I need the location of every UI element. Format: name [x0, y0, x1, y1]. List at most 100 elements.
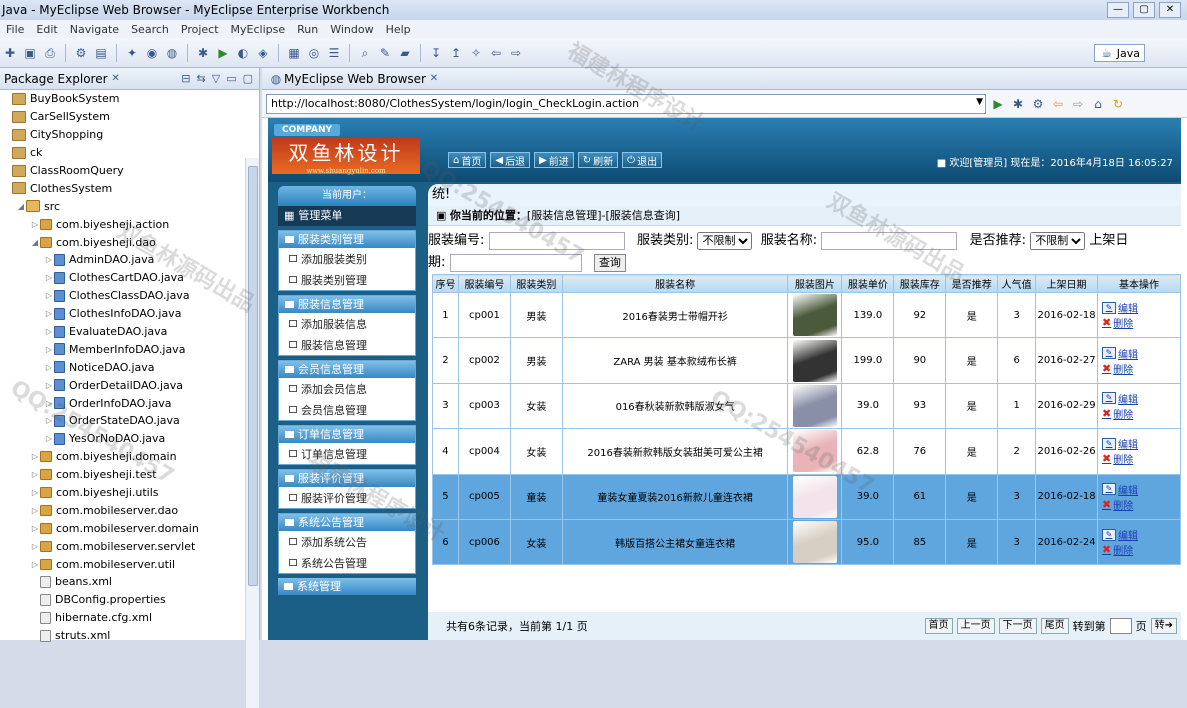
new-class-icon[interactable]: ◎	[306, 45, 322, 61]
menu-item-link[interactable]: 添加会员信息	[279, 378, 415, 399]
go-icon[interactable]: ▶	[990, 97, 1006, 111]
new-icon[interactable]: ✚	[2, 45, 18, 61]
date-input[interactable]	[449, 253, 582, 272]
expand-twisty-icon[interactable]: ◢	[30, 238, 40, 247]
minimize-view-icon[interactable]: ▭	[226, 72, 236, 85]
recommend-select[interactable]: 不限制	[1030, 231, 1086, 250]
expand-twisty-icon[interactable]: ▷	[30, 220, 40, 229]
tree-item[interactable]: ▷ com.biyesheji.utils	[0, 484, 259, 502]
menu-myeclipse[interactable]: MyEclipse	[225, 23, 292, 36]
expand-twisty-icon[interactable]: ▷	[44, 381, 54, 390]
tree-item[interactable]: ▷ ClothesClassDAO.java	[0, 287, 259, 305]
view-menu-icon[interactable]: ▽	[212, 72, 220, 85]
search-icon[interactable]: ⌕	[357, 45, 373, 61]
expand-twisty-icon[interactable]: ▷	[30, 452, 40, 461]
tree-item[interactable]: hibernate.cfg.xml	[0, 609, 259, 627]
expand-twisty-icon[interactable]: ▷	[44, 363, 54, 372]
new-package-icon[interactable]: ▦	[286, 45, 302, 61]
table-row[interactable]: 1 cp001 男装 2016春装男士带帽开衫 139.0 92 是 3 2016-02-18 ✎…	[432, 291, 1181, 339]
menu-group-header[interactable]: 服装信息管理	[279, 296, 415, 313]
debug-icon[interactable]: ✱	[195, 45, 211, 61]
tree-item[interactable]: DBConfig.properties	[0, 591, 259, 609]
annotation-icon[interactable]: ✎	[377, 45, 393, 61]
tree-item[interactable]: ▷ YesOrNoDAO.java	[0, 430, 259, 448]
menu-search[interactable]: Search	[125, 23, 175, 36]
tools-icon[interactable]: ⚙	[1030, 97, 1046, 111]
menu-help[interactable]: Help	[380, 23, 417, 36]
tree-item[interactable]: ▷ AdminDAO.java	[0, 251, 259, 269]
tree-item[interactable]: ▷ com.mobileserver.servlet	[0, 537, 259, 555]
delete-link[interactable]: ✖ 删除	[1102, 497, 1133, 512]
folder-icon[interactable]: ▰	[397, 45, 413, 61]
table-row[interactable]: 3 cp003 女装 016春秋装新款韩版淑女气 39.0 93 是 1 2016-02-29 ✎…	[432, 382, 1181, 430]
table-row[interactable]: 2 cp002 男装 ZARA 男装 基本款绒布长裤 199.0 90 是 6 2016-02-…	[432, 337, 1181, 384]
tree-item[interactable]: beans.xml	[0, 573, 259, 591]
tree-item[interactable]: ◢ src	[0, 197, 259, 215]
maximize-view-icon[interactable]: ▢	[243, 72, 253, 85]
menu-window[interactable]: Window	[324, 23, 379, 36]
expand-twisty-icon[interactable]: ▷	[30, 542, 40, 551]
expand-twisty-icon[interactable]: ▷	[44, 416, 54, 425]
next-page-button[interactable]: 下一页	[998, 618, 1037, 634]
menu-run[interactable]: Run	[291, 23, 324, 36]
nav-home-button[interactable]: ⌂ 首页	[448, 152, 487, 168]
tree-item[interactable]: CityShopping	[0, 126, 259, 144]
tree-item[interactable]: ▷ NoticeDAO.java	[0, 358, 259, 376]
server-icon[interactable]: ▤	[93, 45, 109, 61]
table-row[interactable]: 5 cp005 童装 童装女童夏装2016新款儿童连衣裙 39.0 61 是 3 2016-02…	[432, 473, 1181, 520]
menu-item-link[interactable]: 添加服装信息	[279, 313, 415, 334]
table-row[interactable]: 6 cp006 女装 韩版百搭公主裙女童连衣裙 95.0 85 是 3 2016-02-24 ✎ 编…	[432, 518, 1181, 566]
menu-group-header[interactable]: 服装评价管理	[279, 470, 415, 487]
forward-icon[interactable]: ⇨	[508, 45, 524, 61]
prev-page-button[interactable]: 上一页	[956, 618, 995, 634]
open-type-icon[interactable]: ☰	[326, 45, 342, 61]
globe-icon[interactable]: ◍	[164, 45, 180, 61]
refresh-icon[interactable]: ↻	[1110, 97, 1126, 111]
code-input[interactable]	[488, 231, 625, 250]
browser-tab[interactable]: ◍ MyEclipse Web Browser ✕	[262, 68, 1187, 90]
menu-group-header[interactable]: 订单信息管理	[279, 426, 415, 443]
menu-item-link[interactable]: 添加系统公告	[279, 531, 415, 552]
tree-item[interactable]: ▷ MemberInfoDAO.java	[0, 340, 259, 358]
expand-twisty-icon[interactable]: ◢	[16, 202, 26, 211]
run-config-icon[interactable]: ◐	[235, 45, 251, 61]
tree-item[interactable]: ck	[0, 144, 259, 162]
perspective-switcher[interactable]: ☕ Java	[1093, 44, 1145, 62]
tree-item[interactable]: ▷ ClothesCartDAO.java	[0, 269, 259, 287]
forward-icon[interactable]: ⇨	[1070, 97, 1086, 111]
tree-item[interactable]: ▷ com.mobileserver.dao	[0, 501, 259, 519]
prev-annotation-icon[interactable]: ↥	[448, 45, 464, 61]
minimize-button[interactable]: —	[1107, 2, 1129, 18]
delete-link[interactable]: ✖ 删除	[1102, 451, 1133, 466]
nav-logout-button[interactable]: ⏻ 退出	[622, 152, 663, 168]
edit-link[interactable]: ✎ 编辑	[1102, 300, 1138, 315]
tree-item[interactable]: ◢ com.biyesheji.dao	[0, 233, 259, 251]
menu-group-header[interactable]: 服装类别管理	[279, 231, 415, 248]
menu-item-link[interactable]: 服装评价管理	[279, 487, 415, 508]
delete-link[interactable]: ✖ 删除	[1102, 315, 1133, 330]
menu-project[interactable]: Project	[175, 23, 225, 36]
expand-twisty-icon[interactable]: ▷	[44, 399, 54, 408]
goto-page-input[interactable]	[1109, 618, 1132, 634]
run-icon[interactable]: ▶	[215, 45, 231, 61]
expand-twisty-icon[interactable]: ▷	[44, 291, 54, 300]
name-input[interactable]	[821, 231, 958, 250]
deploy-icon[interactable]: ⚙	[73, 45, 89, 61]
tree-item[interactable]: ▷ com.biyesheji.test	[0, 466, 259, 484]
edit-link[interactable]: ✎ 编辑	[1102, 482, 1138, 497]
stop-icon[interactable]: ✱	[1010, 97, 1026, 111]
query-button[interactable]: 查询	[593, 253, 626, 272]
nav-back-button[interactable]: ◀ 后退	[490, 152, 531, 168]
url-dropdown-icon[interactable]: ▼	[976, 97, 983, 107]
menu-item-link[interactable]: 订单信息管理	[279, 443, 415, 464]
menu-item-link[interactable]: 添加服装类别	[279, 248, 415, 269]
tree-item[interactable]: ▷ OrderDetailDAO.java	[0, 376, 259, 394]
menu-group-header[interactable]: 系统公告管理	[279, 514, 415, 531]
save-icon[interactable]: ▣	[22, 45, 38, 61]
back-icon[interactable]: ⇦	[1050, 97, 1066, 111]
home-icon[interactable]: ⌂	[1090, 97, 1106, 111]
expand-twisty-icon[interactable]: ▷	[44, 327, 54, 336]
tree-item[interactable]: ▷ OrderStateDAO.java	[0, 412, 259, 430]
tree-item[interactable]: ▷ com.mobileserver.domain	[0, 519, 259, 537]
expand-twisty-icon[interactable]: ▷	[30, 524, 40, 533]
